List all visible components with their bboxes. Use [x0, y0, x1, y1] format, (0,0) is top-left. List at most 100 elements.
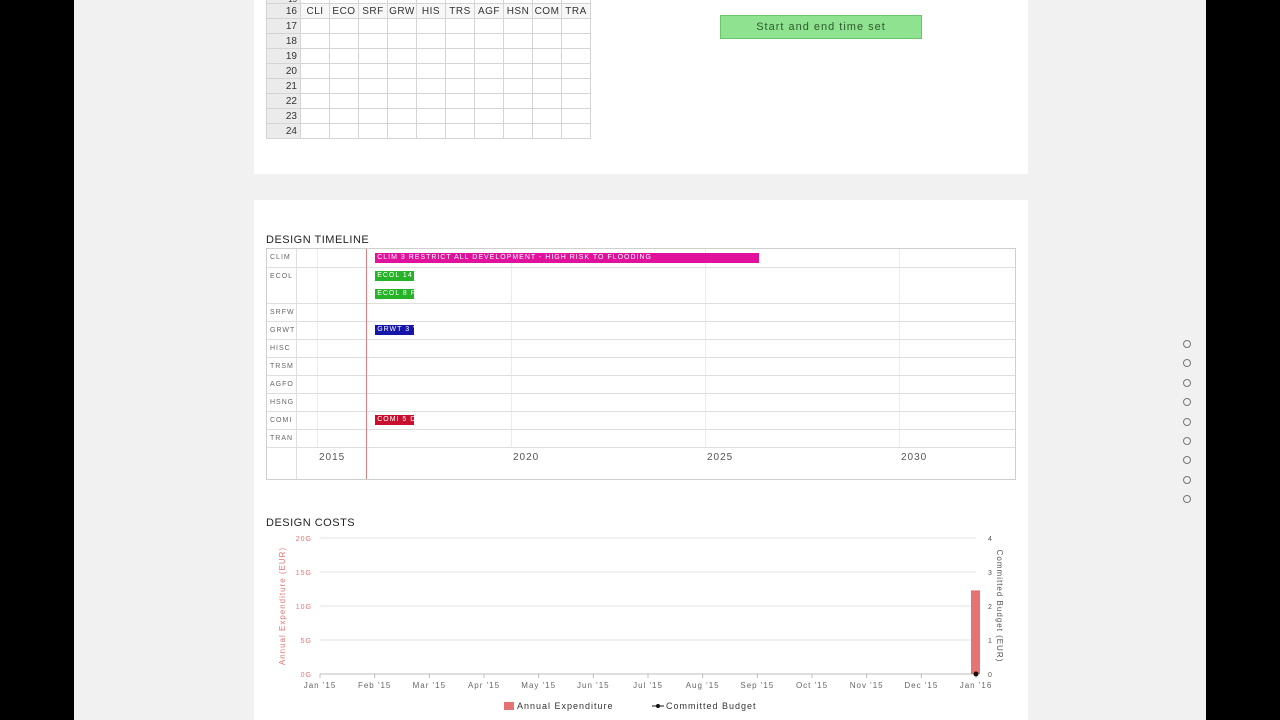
- grid-cell[interactable]: [561, 48, 591, 64]
- grid-column-header[interactable]: CLI: [300, 3, 330, 19]
- grid-cell[interactable]: [445, 108, 475, 124]
- grid-cell[interactable]: [300, 108, 330, 124]
- grid-cell[interactable]: [416, 33, 446, 49]
- grid-cell[interactable]: [503, 78, 533, 94]
- grid-cell[interactable]: [561, 108, 591, 124]
- grid-cell[interactable]: [358, 108, 388, 124]
- grid-cell[interactable]: [358, 93, 388, 109]
- section-nav-dot[interactable]: [1183, 359, 1191, 368]
- grid-cell[interactable]: [300, 63, 330, 79]
- grid-cell[interactable]: [474, 78, 504, 94]
- grid-cell[interactable]: [503, 33, 533, 49]
- grid-cell[interactable]: [474, 108, 504, 124]
- grid-cell[interactable]: [358, 33, 388, 49]
- grid-cell[interactable]: [503, 48, 533, 64]
- grid-cell[interactable]: [387, 48, 417, 64]
- grid-cell[interactable]: [387, 78, 417, 94]
- grid-cell[interactable]: [532, 93, 562, 109]
- grid-cell[interactable]: [532, 108, 562, 124]
- grid-cell[interactable]: [503, 18, 533, 34]
- grid-cell[interactable]: [329, 78, 359, 94]
- grid-cell[interactable]: [445, 63, 475, 79]
- grid-cell[interactable]: [416, 48, 446, 64]
- grid-cell[interactable]: [532, 48, 562, 64]
- grid-cell[interactable]: [445, 33, 475, 49]
- grid-cell[interactable]: [387, 18, 417, 34]
- grid-column-header[interactable]: TRA: [561, 3, 591, 19]
- grid-cell[interactable]: [300, 48, 330, 64]
- grid-cell[interactable]: [474, 123, 504, 139]
- grid-cell[interactable]: [416, 108, 446, 124]
- grid-column-header[interactable]: TRS: [445, 3, 475, 19]
- grid-cell[interactable]: [329, 18, 359, 34]
- grid-cell[interactable]: [561, 63, 591, 79]
- committed-budget-point[interactable]: [973, 671, 979, 677]
- grid-cell[interactable]: [387, 63, 417, 79]
- grid-column-header[interactable]: COM: [532, 3, 562, 19]
- section-nav-dot[interactable]: [1183, 456, 1191, 465]
- grid-cell[interactable]: [329, 108, 359, 124]
- section-nav-dot[interactable]: [1183, 398, 1191, 407]
- grid-cell[interactable]: [503, 108, 533, 124]
- grid-cell[interactable]: [532, 18, 562, 34]
- section-nav-dot[interactable]: [1183, 495, 1191, 504]
- grid-cell[interactable]: [358, 48, 388, 64]
- grid-cell[interactable]: [358, 123, 388, 139]
- grid-cell[interactable]: [358, 18, 388, 34]
- timeline-bar[interactable]: COMI 5 D: [375, 415, 414, 425]
- grid-column-header[interactable]: AGF: [474, 3, 504, 19]
- grid-column-header[interactable]: SRF: [358, 3, 388, 19]
- timeline-bar[interactable]: ECOL 14: [375, 271, 414, 281]
- grid-cell[interactable]: [561, 123, 591, 139]
- grid-cell[interactable]: [329, 63, 359, 79]
- grid-cell[interactable]: [445, 123, 475, 139]
- grid-cell[interactable]: [387, 123, 417, 139]
- grid-cell[interactable]: [300, 123, 330, 139]
- grid-cell[interactable]: [387, 93, 417, 109]
- grid-cell[interactable]: [445, 18, 475, 34]
- grid-column-header[interactable]: HIS: [416, 3, 446, 19]
- section-nav-dot[interactable]: [1183, 436, 1191, 445]
- grid-column-header[interactable]: HSN: [503, 3, 533, 19]
- section-nav-dot[interactable]: [1183, 340, 1191, 348]
- grid-cell[interactable]: [300, 18, 330, 34]
- section-nav-dot[interactable]: [1183, 378, 1191, 387]
- grid-cell[interactable]: [300, 33, 330, 49]
- grid-column-header[interactable]: GRW: [387, 3, 417, 19]
- grid-cell[interactable]: [561, 78, 591, 94]
- grid-cell[interactable]: [474, 33, 504, 49]
- grid-cell[interactable]: [300, 78, 330, 94]
- grid-cell[interactable]: [329, 93, 359, 109]
- timeline-bar[interactable]: CLIM 3 RESTRICT ALL DEVELOPMENT - HIGH R…: [375, 253, 760, 263]
- grid-column-header[interactable]: ECO: [329, 3, 359, 19]
- section-nav-dot[interactable]: [1183, 475, 1191, 484]
- grid-cell[interactable]: [329, 33, 359, 49]
- grid-cell[interactable]: [445, 78, 475, 94]
- grid-cell[interactable]: [416, 123, 446, 139]
- grid-cell[interactable]: [561, 18, 591, 34]
- grid-cell[interactable]: [532, 63, 562, 79]
- expenditure-bar[interactable]: [971, 590, 980, 674]
- grid-cell[interactable]: [503, 63, 533, 79]
- grid-cell[interactable]: [329, 123, 359, 139]
- grid-cell[interactable]: [445, 93, 475, 109]
- grid-cell[interactable]: [532, 123, 562, 139]
- grid-cell[interactable]: [387, 33, 417, 49]
- grid-cell[interactable]: [561, 93, 591, 109]
- grid-cell[interactable]: [561, 33, 591, 49]
- grid-cell[interactable]: [503, 123, 533, 139]
- grid-cell[interactable]: [532, 78, 562, 94]
- grid-cell[interactable]: [416, 93, 446, 109]
- timeline-bar[interactable]: GRWT 3 V: [375, 325, 414, 335]
- section-nav-dot[interactable]: [1183, 417, 1191, 426]
- grid-cell[interactable]: [416, 78, 446, 94]
- timeline-bar[interactable]: ECOL 8 R: [375, 289, 414, 299]
- grid-cell[interactable]: [300, 93, 330, 109]
- grid-cell[interactable]: [445, 48, 475, 64]
- grid-cell[interactable]: [474, 63, 504, 79]
- grid-cell[interactable]: [532, 33, 562, 49]
- grid-cell[interactable]: [474, 48, 504, 64]
- grid-cell[interactable]: [387, 108, 417, 124]
- grid-cell[interactable]: [358, 63, 388, 79]
- grid-cell[interactable]: [416, 18, 446, 34]
